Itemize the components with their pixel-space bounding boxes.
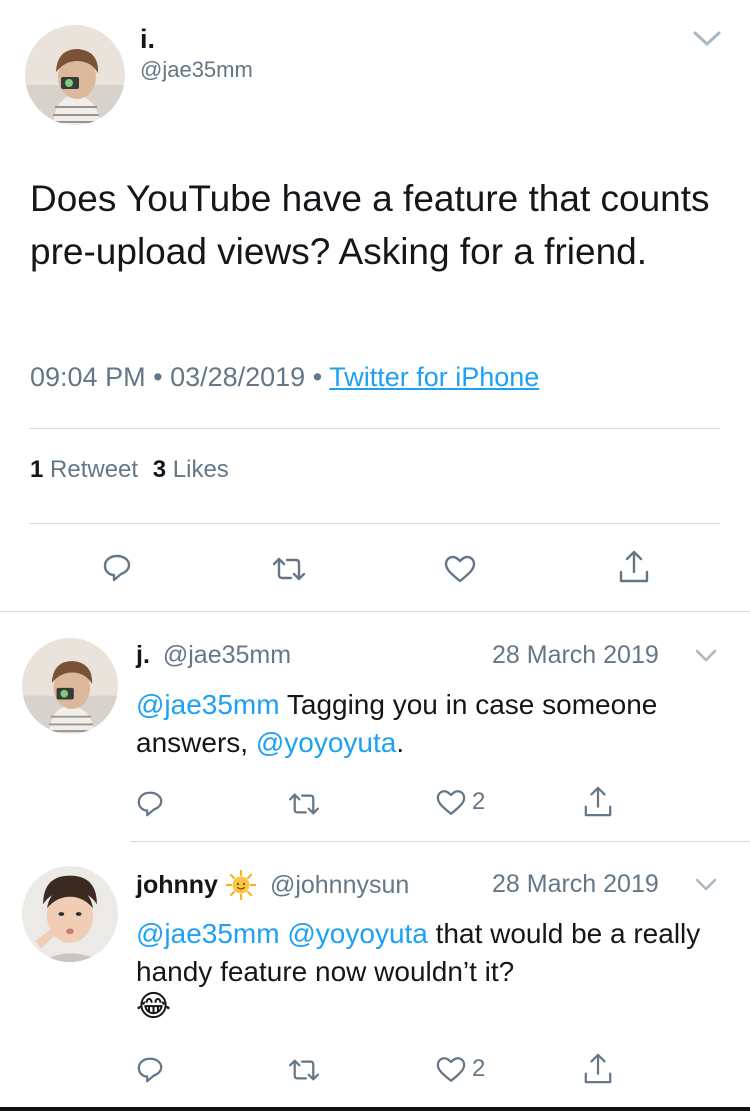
divider <box>30 523 720 524</box>
retweet-icon[interactable] <box>287 791 321 817</box>
chevron-down-icon[interactable] <box>694 877 718 893</box>
share-icon[interactable] <box>583 784 613 818</box>
retweet-icon[interactable] <box>271 555 307 583</box>
tears-of-joy-emoji: 😂 <box>136 989 172 1024</box>
like-action[interactable]: 2 <box>436 1055 485 1083</box>
reply-icon[interactable] <box>136 790 164 818</box>
divider <box>30 428 720 429</box>
avatar[interactable] <box>22 638 118 734</box>
like-count: 2 <box>472 788 486 815</box>
section-divider <box>0 611 750 612</box>
tweet-time: 09:04 PM <box>30 362 146 392</box>
meta-separator: • <box>312 362 323 392</box>
reply-text: @jae35mm Tagging you in case someone ans… <box>136 689 658 758</box>
like-count: 2 <box>472 1055 486 1082</box>
avatar[interactable] <box>25 25 125 125</box>
reply-date: 28 March 2019 <box>492 641 659 669</box>
reply-header: j. @jae35mm <box>136 641 291 670</box>
like-action[interactable]: 2 <box>436 788 485 816</box>
retweet-icon[interactable] <box>287 1057 321 1083</box>
reply-icon[interactable] <box>136 1056 164 1084</box>
reply-icon[interactable] <box>102 553 132 583</box>
display-name[interactable]: j. <box>136 641 150 669</box>
retweet-stat[interactable]: 1 Retweet <box>30 456 145 483</box>
reply-text: @jae35mm @yoyoyuta that would be a reall… <box>136 918 701 987</box>
source-link[interactable]: Twitter for iPhone <box>329 362 539 392</box>
tweet-meta: 09:04 PM • 03/28/2019 • Twitter for iPho… <box>30 362 539 393</box>
reply-date: 28 March 2019 <box>492 870 659 898</box>
tweet-stats: 1 Retweet 3 Likes <box>30 456 229 484</box>
section-divider <box>130 841 750 842</box>
mention-link[interactable]: @yoyoyuta <box>287 918 428 949</box>
mention-link[interactable]: @jae35mm <box>136 918 280 949</box>
bottom-border <box>0 1107 750 1111</box>
display-name[interactable]: johnny <box>136 871 218 900</box>
tweet-date: 03/28/2019 <box>170 362 306 392</box>
reply-header: johnny @johnnysun <box>136 870 409 900</box>
handle[interactable]: @johnnysun <box>270 871 409 900</box>
mention-link[interactable]: @yoyoyuta <box>256 727 397 758</box>
share-icon[interactable] <box>618 548 650 584</box>
avatar[interactable] <box>22 866 118 962</box>
sun-with-face-icon <box>225 870 256 900</box>
handle[interactable]: @jae35mm <box>163 641 291 669</box>
heart-icon <box>436 1056 466 1083</box>
handle[interactable]: @jae35mm <box>140 57 253 83</box>
heart-icon[interactable] <box>444 555 476 583</box>
chevron-down-icon[interactable] <box>692 30 722 48</box>
display-name[interactable]: i. <box>140 24 155 55</box>
heart-icon <box>436 789 466 816</box>
likes-stat[interactable]: 3 Likes <box>153 456 229 483</box>
mention-link[interactable]: @jae35mm <box>136 689 280 720</box>
share-icon[interactable] <box>583 1051 613 1085</box>
chevron-down-icon[interactable] <box>694 648 718 664</box>
tweet-text: Does YouTube have a feature that counts … <box>30 178 710 272</box>
meta-separator: • <box>153 362 163 392</box>
